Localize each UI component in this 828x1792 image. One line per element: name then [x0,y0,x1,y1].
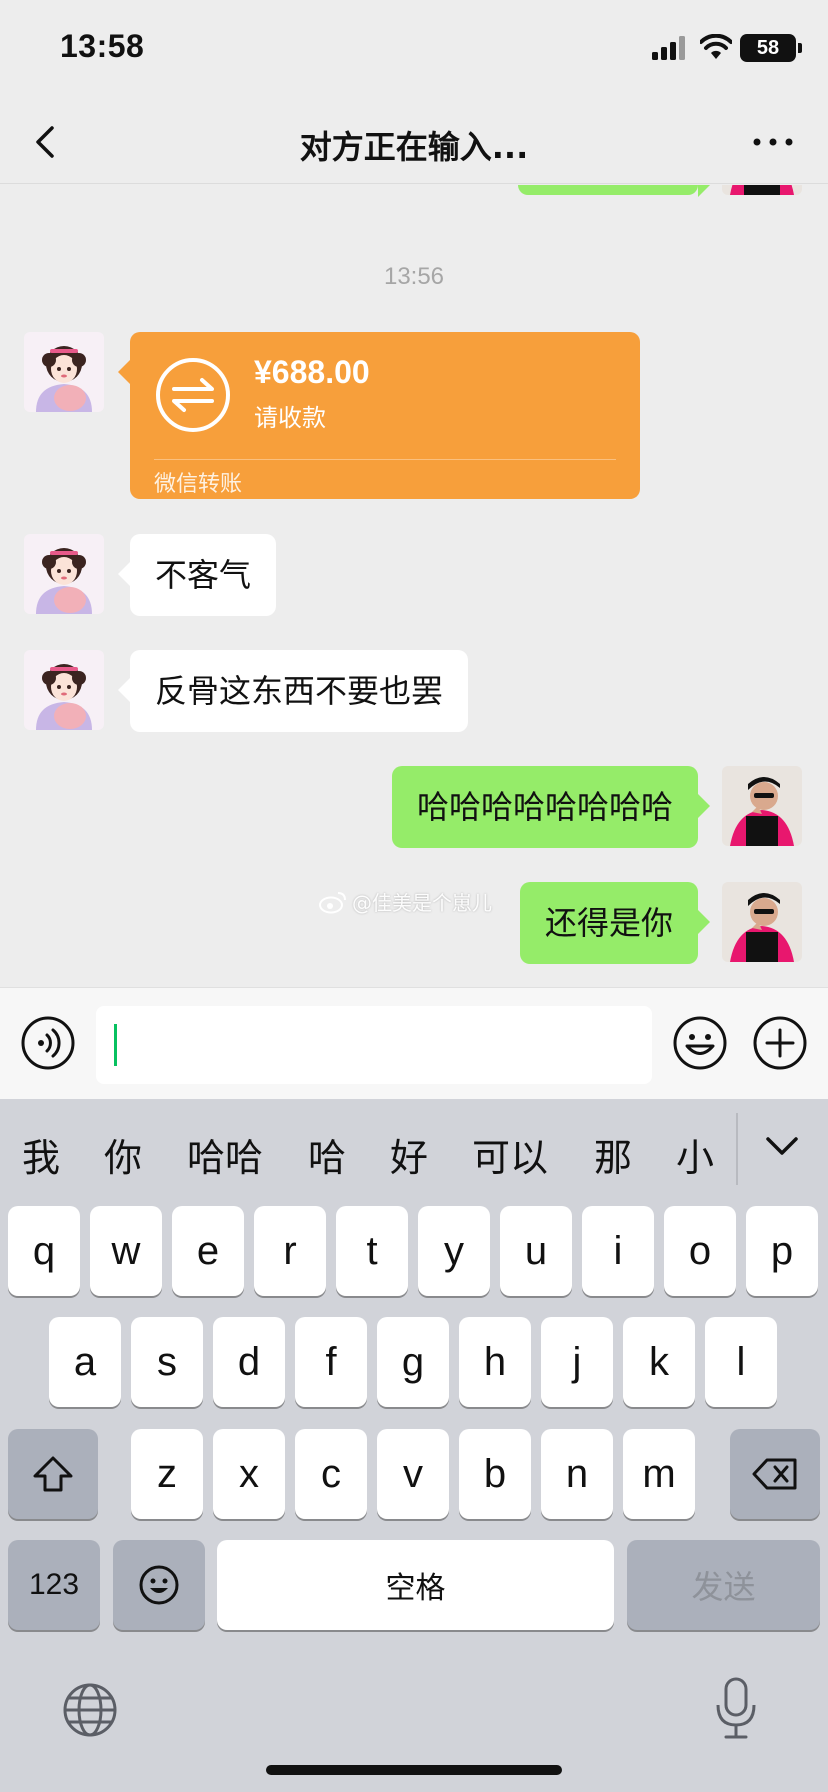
money-transfer-card[interactable]: ¥688.00 请收款 微信转账 [118,332,640,499]
nav-bar: 对方正在输入... [0,100,828,184]
weibo-watermark: @佳美是个崽儿 [318,887,492,916]
cellular-signal-icon [652,36,685,60]
key-q[interactable]: q [8,1206,80,1296]
chat-screen: 13:58 58 对方正在输入... 13:56 ¥688.00 请收款 微信转… [0,0,828,1792]
shift-key[interactable] [8,1429,98,1519]
transfer-exchange-icon [156,358,230,432]
candidate-word[interactable]: 小 [676,1127,714,1182]
key-a[interactable]: a [49,1317,121,1407]
key-w[interactable]: w [90,1206,162,1296]
key-o[interactable]: o [664,1206,736,1296]
numbers-key[interactable]: 123 [8,1540,100,1630]
key-t[interactable]: t [336,1206,408,1296]
space-key[interactable]: 空格 [217,1540,614,1630]
contact-avatar[interactable] [24,650,104,730]
key-y[interactable]: y [418,1206,490,1296]
transfer-footer: 微信转账 [154,472,243,497]
microphone-icon[interactable] [714,1677,758,1741]
message-bubble-received[interactable]: 不客气 [117,534,277,616]
globe-icon[interactable] [62,1682,118,1738]
key-u[interactable]: u [500,1206,572,1296]
message-bubble-sent[interactable]: 还得是你 [519,882,711,964]
key-k[interactable]: k [623,1317,695,1407]
key-s[interactable]: s [131,1317,203,1407]
key-z[interactable]: z [131,1429,203,1519]
backspace-icon [752,1458,797,1490]
key-n[interactable]: n [541,1429,613,1519]
candidate-bar: 我 你 哈哈 哈 好 可以 那 小 [0,1099,828,1201]
more-options-icon[interactable] [748,120,798,164]
key-d[interactable]: d [213,1317,285,1407]
watermark-text: @佳美是个崽儿 [352,891,492,915]
battery-icon: 58 [740,34,796,62]
emoji-keyboard-key[interactable] [113,1540,205,1630]
emoji-icon[interactable] [672,1015,728,1071]
key-p[interactable]: p [746,1206,818,1296]
candidate-word[interactable]: 我 [22,1127,60,1182]
candidate-word[interactable]: 哈哈 [187,1127,263,1182]
weibo-icon [319,891,346,913]
candidate-separator [736,1113,738,1185]
key-i[interactable]: i [582,1206,654,1296]
candidate-word[interactable]: 那 [594,1127,632,1182]
status-bar: 13:58 58 [0,0,828,100]
home-indicator [266,1765,562,1775]
send-key[interactable]: 发送 [627,1540,820,1630]
key-e[interactable]: e [172,1206,244,1296]
text-caret [114,1024,117,1066]
candidate-word[interactable]: 可以 [472,1127,548,1182]
emoji-keyboard-icon [139,1565,179,1605]
key-x[interactable]: x [213,1429,285,1519]
status-time: 13:58 [60,28,145,64]
key-m[interactable]: m [623,1429,695,1519]
battery-cap [798,43,802,53]
backspace-key[interactable] [730,1429,820,1519]
my-avatar[interactable] [722,882,802,962]
wifi-icon [700,34,732,59]
chevron-down-icon[interactable] [762,1129,802,1163]
message-bubble-partial[interactable] [518,185,710,197]
message-timestamp: 13:56 [383,263,445,290]
chat-message-list[interactable]: 13:56 ¥688.00 请收款 微信转账 不客气 反骨这东西不要也罢 哈哈哈… [0,185,828,987]
key-b[interactable]: b [459,1429,531,1519]
transfer-status: 请收款 [254,404,326,432]
transfer-amount: ¥688.00 [254,354,370,390]
key-j[interactable]: j [541,1317,613,1407]
message-input-bar [0,987,828,1099]
key-c[interactable]: c [295,1429,367,1519]
add-attachment-icon[interactable] [752,1015,808,1071]
candidate-word[interactable]: 你 [104,1127,142,1182]
my-avatar[interactable] [722,185,802,195]
key-f[interactable]: f [295,1317,367,1407]
my-avatar[interactable] [722,766,802,846]
key-r[interactable]: r [254,1206,326,1296]
contact-avatar[interactable] [24,332,104,412]
candidate-word[interactable]: 哈 [308,1127,346,1182]
message-bubble-received[interactable]: 反骨这东西不要也罢 [117,650,469,732]
key-l[interactable]: l [705,1317,777,1407]
transfer-divider [154,459,616,460]
key-h[interactable]: h [459,1317,531,1407]
shift-icon [33,1456,73,1492]
ios-keyboard: 我 你 哈哈 哈 好 可以 那 小 q w e r t y u i o p a … [0,1099,828,1792]
key-v[interactable]: v [377,1429,449,1519]
candidate-word[interactable]: 好 [390,1127,428,1182]
battery-level: 58 [756,36,780,59]
voice-input-icon[interactable] [20,1015,76,1071]
contact-avatar[interactable] [24,534,104,614]
message-input[interactable] [96,1006,652,1084]
page-title: 对方正在输入... [299,128,529,166]
key-g[interactable]: g [377,1317,449,1407]
message-bubble-sent[interactable]: 哈哈哈哈哈哈哈哈 [391,766,711,848]
